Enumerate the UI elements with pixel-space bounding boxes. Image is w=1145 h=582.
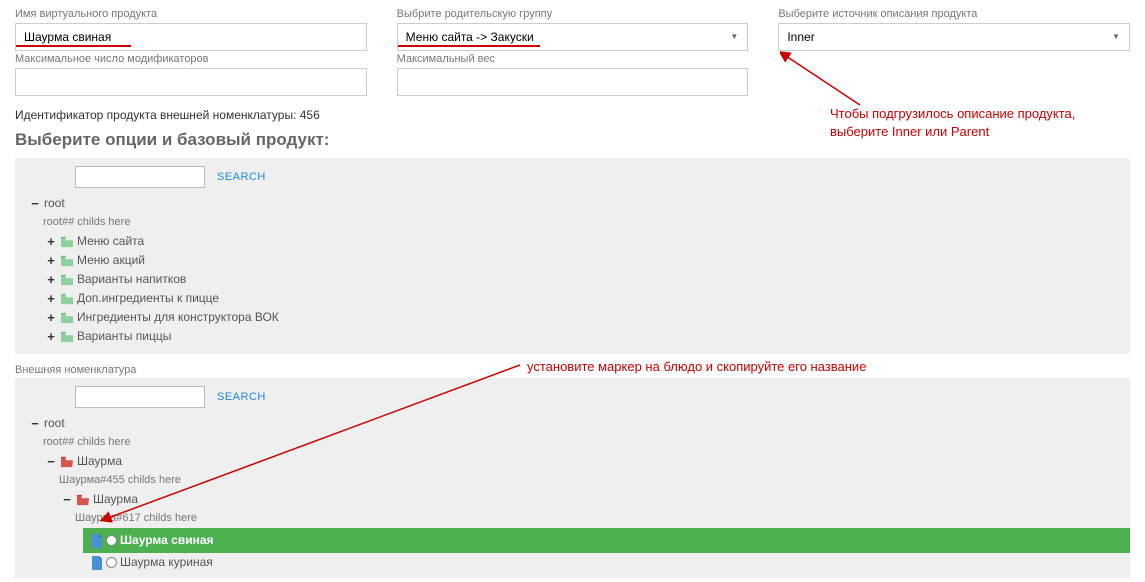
- tree1-search-button[interactable]: SEARCH: [217, 171, 266, 183]
- source-select[interactable]: Inner: [778, 23, 1130, 51]
- tree1-item[interactable]: + Доп.ингредиенты к пицце: [37, 289, 1130, 308]
- folder-icon: [60, 255, 74, 267]
- tree2-l2-label[interactable]: Шаурма: [93, 490, 138, 509]
- tree1-root-label[interactable]: root: [44, 194, 65, 213]
- tree1-item-label: Варианты пиццы: [77, 327, 171, 346]
- tree1-item-label: Варианты напитков: [77, 270, 186, 289]
- folder-icon: [60, 236, 74, 248]
- folder-open-icon: [76, 494, 90, 506]
- tree2-item2-label: Шаурма куриная: [120, 553, 213, 572]
- tree2-item1-label: Шаурма свиная: [120, 531, 214, 550]
- tree2-item[interactable]: Шаурма куриная: [83, 553, 1130, 572]
- tree2-l1-label[interactable]: Шаурма: [77, 452, 122, 471]
- parent-group-label: Выбрите родительскую группу: [397, 8, 749, 20]
- file-icon: [91, 534, 103, 548]
- tree2-item-selected[interactable]: Шаурма свиная: [83, 528, 1130, 553]
- tree1-item[interactable]: + Меню акций: [37, 251, 1130, 270]
- red-underline-group: [398, 45, 540, 47]
- plus-icon[interactable]: +: [45, 251, 57, 270]
- folder-icon: [60, 274, 74, 286]
- minus-icon[interactable]: −: [45, 452, 57, 471]
- external-tree-panel: SEARCH − root root## childs here − Шаурм…: [15, 378, 1130, 578]
- tree1-item-label: Меню акций: [77, 251, 145, 270]
- max-weight-input[interactable]: [397, 68, 749, 96]
- minus-icon[interactable]: −: [29, 414, 41, 433]
- folder-icon: [60, 293, 74, 305]
- tree1-item[interactable]: + Ингредиенты для конструктора ВОК: [37, 308, 1130, 327]
- plus-icon[interactable]: +: [45, 327, 57, 346]
- max-modifiers-input[interactable]: [15, 68, 367, 96]
- tree2-l2-childs-here: Шаурма#617 childs here: [53, 509, 1130, 528]
- tree1-item[interactable]: + Варианты напитков: [37, 270, 1130, 289]
- plus-icon[interactable]: +: [45, 289, 57, 308]
- tree1-item-label: Ингредиенты для конструктора ВОК: [77, 308, 279, 327]
- folder-icon: [60, 312, 74, 324]
- options-tree-panel: SEARCH − root root## childs here + Меню с…: [15, 158, 1130, 354]
- tree2-root-label[interactable]: root: [44, 414, 65, 433]
- tree2-l1-childs-here: Шаурма#455 childs here: [37, 471, 1130, 490]
- minus-icon[interactable]: −: [61, 490, 73, 509]
- tree1-root-childs-here: root## childs here: [21, 213, 1130, 232]
- minus-icon[interactable]: −: [29, 194, 41, 213]
- red-underline-name: [16, 45, 131, 47]
- options-title: Выберите опции и базовый продукт:: [0, 130, 1145, 158]
- external-id-line: Идентификатор продукта внешней номенклат…: [0, 106, 1145, 130]
- tree2-search-input[interactable]: [75, 386, 205, 408]
- radio-unselected[interactable]: [106, 557, 117, 568]
- max-modifiers-label: Максимальное число модификаторов: [15, 53, 367, 65]
- plus-icon[interactable]: +: [45, 270, 57, 289]
- tree1-item-label: Меню сайта: [77, 232, 144, 251]
- tree2-root-childs-here: root## childs here: [21, 433, 1130, 452]
- tree1-item[interactable]: + Меню сайта: [37, 232, 1130, 251]
- external-nomenclature-label: Внешняя номенклатура: [0, 358, 1145, 378]
- tree2-search-button[interactable]: SEARCH: [217, 391, 266, 403]
- tree1-item[interactable]: + Варианты пиццы: [37, 327, 1130, 346]
- plus-icon[interactable]: +: [45, 232, 57, 251]
- plus-icon[interactable]: +: [45, 308, 57, 327]
- tree1-search-input[interactable]: [75, 166, 205, 188]
- folder-open-icon: [60, 456, 74, 468]
- name-label: Имя виртуального продукта: [15, 8, 367, 20]
- tree1-item-label: Доп.ингредиенты к пицце: [77, 289, 219, 308]
- radio-selected[interactable]: [106, 535, 117, 546]
- source-label: Выберите источник описания продукта: [778, 8, 1130, 20]
- folder-icon: [60, 331, 74, 343]
- max-weight-label: Максимальный вес: [397, 53, 749, 65]
